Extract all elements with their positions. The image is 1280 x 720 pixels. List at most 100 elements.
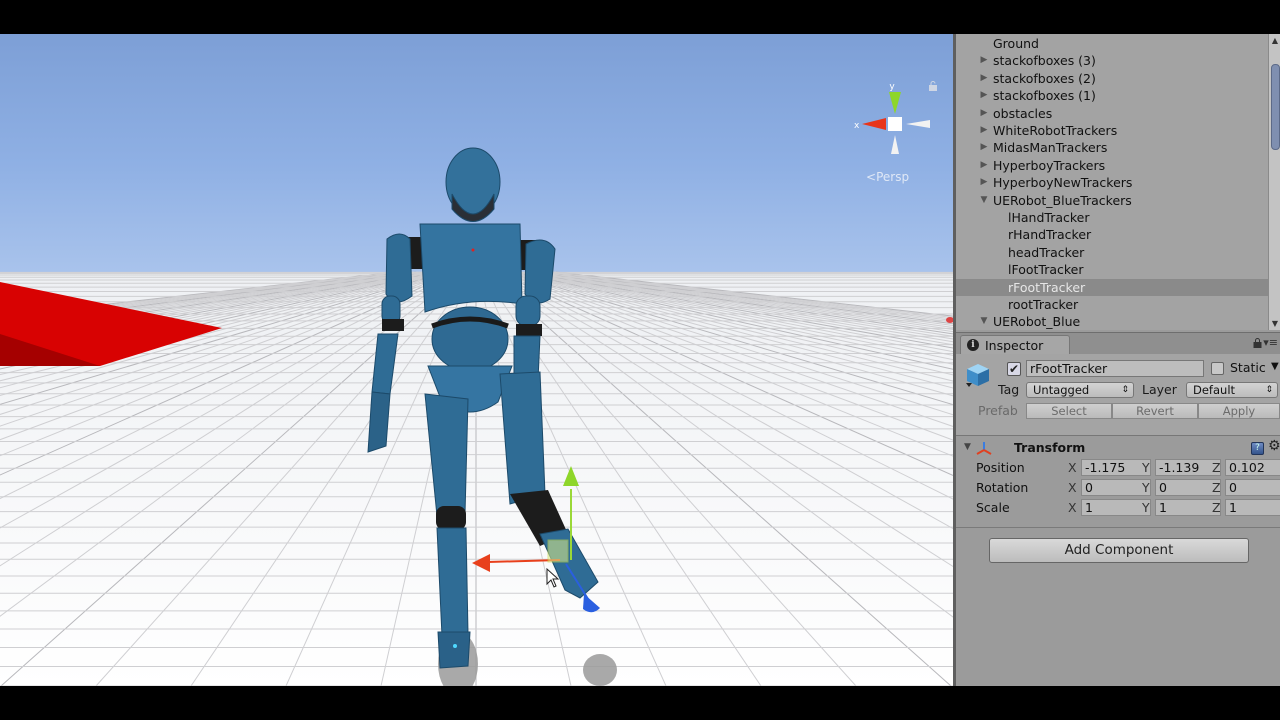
hierarchy-item[interactable]: ▶ obstacles: [956, 105, 1269, 122]
hierarchy-item[interactable]: rFootTracker: [956, 278, 1269, 296]
hierarchy-item[interactable]: ▼ UERobot_BlueTrackers: [956, 192, 1269, 209]
scrollbar-thumb[interactable]: [1271, 64, 1280, 150]
hierarchy-item[interactable]: headTracker: [956, 244, 1269, 261]
tab-inspector-label: Inspector: [985, 338, 1044, 353]
gizmo-neg-x-cone[interactable]: [906, 120, 930, 128]
gizmo-neg-y-cone[interactable]: [891, 135, 899, 154]
gear-icon[interactable]: ⚙: [1268, 438, 1280, 454]
hierarchy-item[interactable]: lHandTracker: [956, 209, 1269, 226]
info-icon: i: [967, 339, 979, 351]
axis-y-label[interactable]: Y: [1142, 500, 1150, 515]
rotation-label[interactable]: Rotation: [976, 480, 1028, 495]
fold-arrow-icon[interactable]: ▼: [964, 442, 971, 452]
position-x-field[interactable]: -1.175: [1081, 459, 1151, 476]
hierarchy-item-label: stackofboxes (2): [993, 70, 1096, 86]
tag-value: Untagged: [1033, 383, 1090, 397]
active-checkbox[interactable]: ✔: [1007, 362, 1021, 376]
axis-y-label[interactable]: Y: [1142, 460, 1150, 475]
gameobject-cube-icon[interactable]: [965, 362, 991, 388]
collapsed-arrow-icon[interactable]: ▶: [979, 157, 989, 174]
gizmo-x-cone[interactable]: [862, 118, 886, 130]
position-z-field[interactable]: 0.102: [1225, 459, 1280, 476]
gizmo-center-cube[interactable]: [888, 117, 902, 131]
panel-menu-icon[interactable]: ▾≡: [1263, 336, 1278, 349]
axis-z-label[interactable]: Z: [1212, 460, 1221, 475]
scene-canvas[interactable]: [0, 34, 953, 686]
prefab-apply-button[interactable]: Apply: [1198, 403, 1280, 419]
hierarchy-item[interactable]: ▶ HyperboyTrackers: [956, 157, 1269, 174]
inspector-tabbar: i Inspector ▾≡: [956, 332, 1280, 355]
gizmo-plane-handle[interactable]: [547, 539, 569, 563]
hierarchy-item-label: lFootTracker: [1008, 262, 1084, 278]
hierarchy-item[interactable]: Ground: [956, 35, 1269, 52]
tab-inspector[interactable]: i Inspector: [960, 335, 1070, 355]
scene-view[interactable]: y x <Persp: [0, 34, 953, 686]
hierarchy-item-label: Ground: [993, 36, 1039, 51]
hierarchy-item-label: lHandTracker: [1008, 210, 1090, 225]
hierarchy-scrollbar[interactable]: ▲ ▼: [1268, 34, 1280, 330]
collapsed-arrow-icon[interactable]: ▶: [979, 70, 989, 87]
tag-dropdown[interactable]: Untagged ⇕: [1026, 382, 1134, 398]
hierarchy-item[interactable]: rHandTracker: [956, 226, 1269, 243]
hierarchy-item[interactable]: ▶ WhiteRobotTrackers: [956, 122, 1269, 139]
hierarchy-item[interactable]: ▶ HyperboyNewTrackers: [956, 174, 1269, 191]
expanded-arrow-icon[interactable]: ▼: [979, 313, 989, 330]
gizmo-y-cone[interactable]: [889, 92, 901, 114]
object-name-field[interactable]: rFootTracker: [1026, 360, 1204, 377]
hierarchy-item[interactable]: ▶ stackofboxes (2): [956, 70, 1269, 87]
lock-icon[interactable]: [1253, 338, 1262, 348]
axis-y-label[interactable]: Y: [1142, 480, 1150, 495]
rotation-z-field[interactable]: 0: [1225, 479, 1280, 496]
lock-icon[interactable]: [928, 81, 938, 91]
axis-x-label[interactable]: X: [1068, 500, 1077, 515]
hierarchy-item-label: rootTracker: [1008, 297, 1079, 312]
back-arrow-icon: <: [866, 170, 877, 184]
hierarchy-item-label: HyperboyTrackers: [993, 157, 1106, 173]
layer-value: Default: [1193, 383, 1236, 397]
hierarchy-item[interactable]: ▶ MidasManTrackers: [956, 139, 1269, 156]
static-checkbox[interactable]: [1211, 362, 1224, 375]
scroll-up-icon[interactable]: ▲: [1269, 36, 1280, 45]
tag-label: Tag: [998, 382, 1020, 397]
rotation-x-field[interactable]: 0: [1081, 479, 1151, 496]
layer-dropdown[interactable]: Default ⇕: [1186, 382, 1278, 398]
transform-icon: [976, 442, 992, 455]
add-component-button[interactable]: Add Component: [989, 538, 1249, 563]
scroll-down-icon[interactable]: ▼: [1269, 319, 1280, 328]
hierarchy-item[interactable]: rootTracker: [956, 296, 1269, 313]
projection-toggle[interactable]: <Persp: [866, 170, 909, 184]
expanded-arrow-icon[interactable]: ▼: [979, 192, 989, 209]
scale-x-field[interactable]: 1: [1081, 499, 1151, 516]
position-label[interactable]: Position: [976, 460, 1025, 475]
hierarchy-item[interactable]: ▶ stackofboxes (3): [956, 52, 1269, 69]
transform-row-position: Position X -1.175 Y -1.139 Z 0.102: [956, 458, 1280, 478]
help-book-icon[interactable]: ?: [1251, 442, 1264, 455]
hierarchy-item-label: rHandTracker: [1008, 227, 1092, 243]
axis-x-label[interactable]: X: [1068, 480, 1077, 495]
scene-orientation-gizmo[interactable]: y x: [848, 80, 938, 160]
hierarchy-item[interactable]: lFootTracker: [956, 261, 1269, 278]
gizmo-x-label: x: [854, 121, 860, 131]
collapsed-arrow-icon[interactable]: ▶: [979, 87, 989, 104]
gameobject-header: ✔ rFootTracker Static ▼ Tag Untagged ⇕ L…: [956, 354, 1280, 436]
prefab-revert-button[interactable]: Revert: [1112, 403, 1198, 419]
hierarchy-item[interactable]: ▼ UERobot_Blue: [956, 313, 1269, 330]
axis-z-label[interactable]: Z: [1212, 480, 1221, 495]
collapsed-arrow-icon[interactable]: ▶: [979, 122, 989, 139]
static-dropdown-icon[interactable]: ▼: [1271, 361, 1279, 372]
scale-label[interactable]: Scale: [976, 500, 1010, 515]
persp-label: Persp: [876, 170, 910, 184]
axis-x-label[interactable]: X: [1068, 460, 1077, 475]
axis-z-label[interactable]: Z: [1212, 500, 1221, 515]
collapsed-arrow-icon[interactable]: ▶: [979, 52, 989, 69]
hierarchy-item-label: MidasManTrackers: [993, 140, 1108, 156]
transform-row-rotation: Rotation X 0 Y 0 Z 0: [956, 478, 1280, 498]
collapsed-arrow-icon[interactable]: ▶: [979, 174, 989, 191]
hierarchy-item-label: headTracker: [1008, 244, 1085, 260]
collapsed-arrow-icon[interactable]: ▶: [979, 139, 989, 156]
prefab-select-button[interactable]: Select: [1026, 403, 1112, 419]
transform-header[interactable]: ▼ Transform ? ⚙: [956, 438, 1280, 458]
hierarchy-item[interactable]: ▶ stackofboxes (1): [956, 87, 1269, 104]
scale-z-field[interactable]: 1: [1225, 499, 1280, 516]
collapsed-arrow-icon[interactable]: ▶: [979, 105, 989, 122]
